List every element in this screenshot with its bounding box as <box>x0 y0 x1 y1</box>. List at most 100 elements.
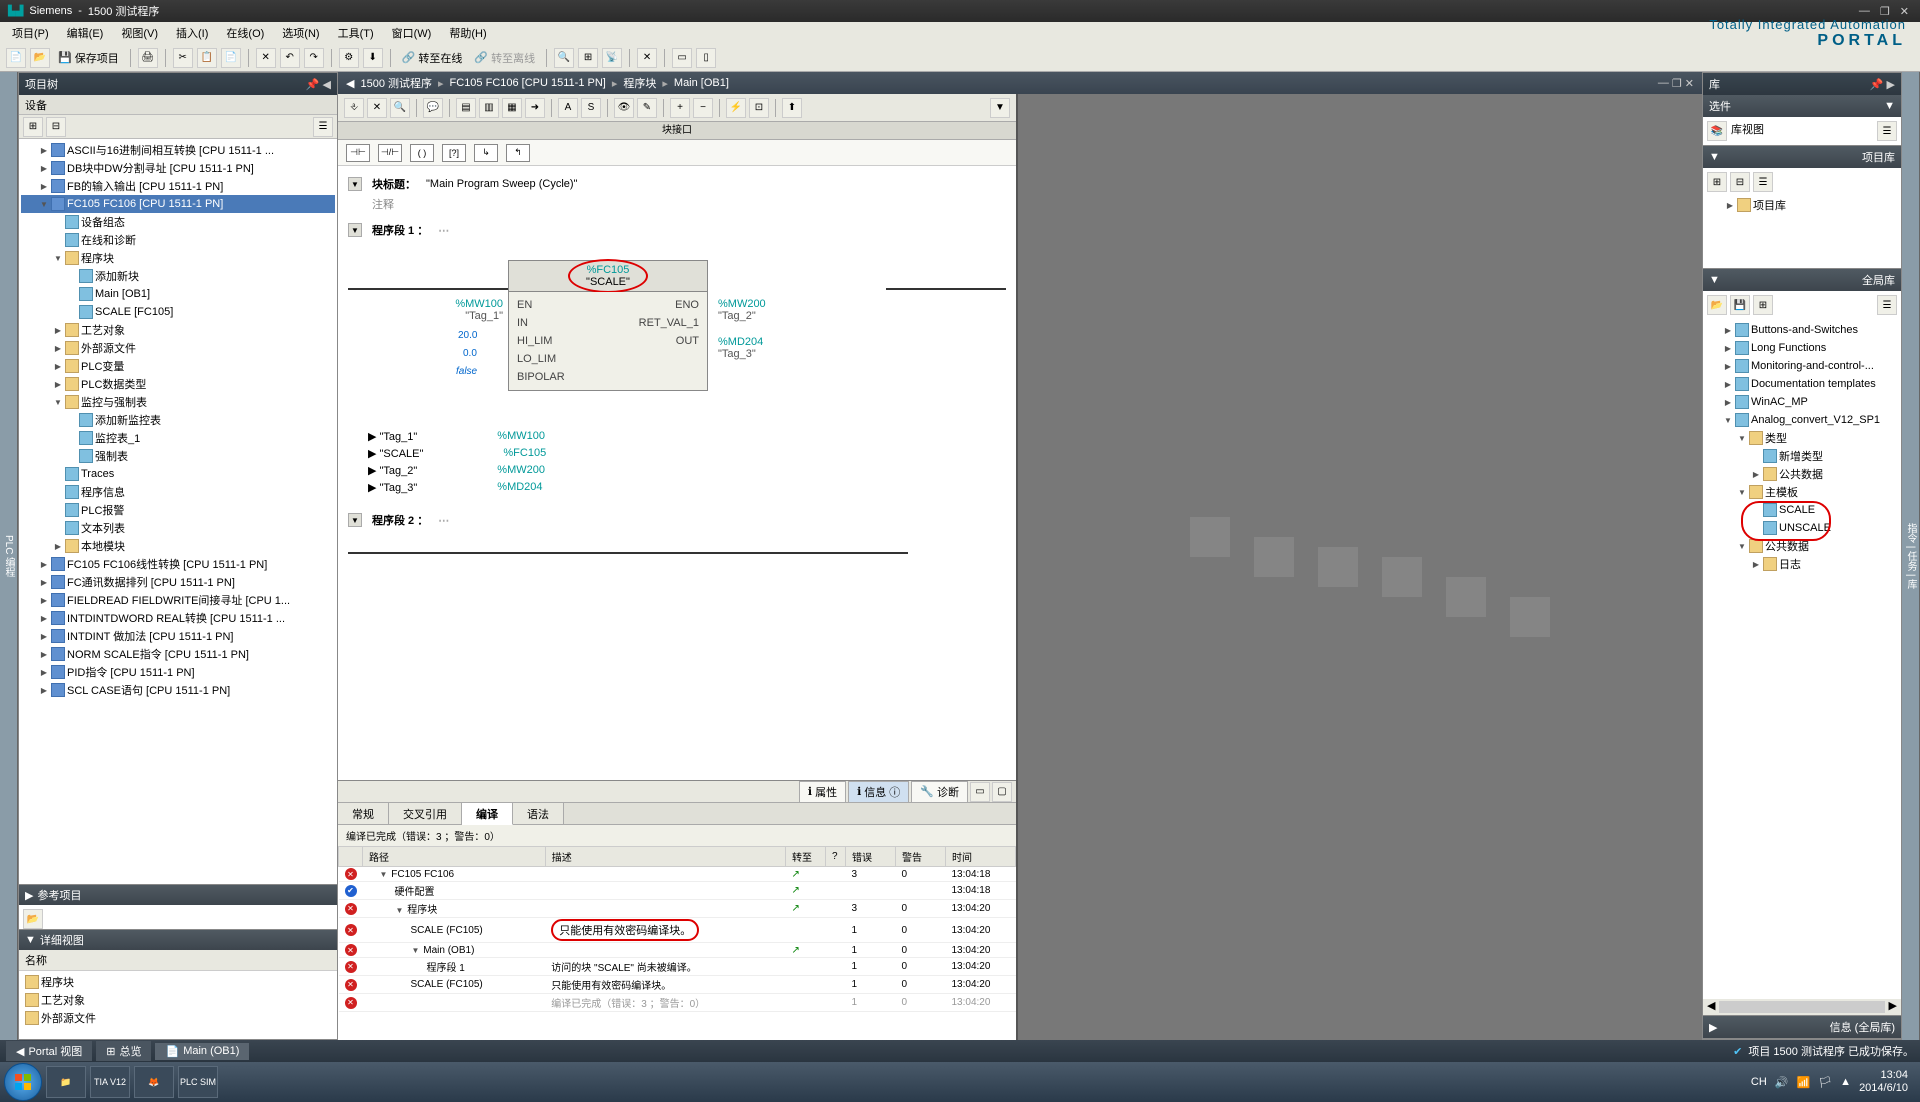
projlib-item[interactable]: ▶项目库 <box>1707 196 1897 214</box>
tree-item[interactable]: ▶DB块中DW分割寻址 [CPU 1511-1 PN] <box>21 159 335 177</box>
menu-插入(I)[interactable]: 插入(I) <box>168 23 216 43</box>
accessible-devices-button[interactable]: 📡 <box>602 48 622 68</box>
et-find-button[interactable]: 🔍 <box>390 98 410 118</box>
output-row[interactable]: ✕▼ 程序块↗3013:04:20 <box>339 900 1016 918</box>
tree-item[interactable]: ▶工艺对象 <box>21 321 335 339</box>
print-button[interactable]: 🖨 <box>138 48 158 68</box>
breadcrumb-item[interactable]: 1500 测试程序 <box>360 75 432 91</box>
tree-item[interactable]: ▶FB的输入输出 [CPU 1511-1 PN] <box>21 177 335 195</box>
globlib-btn4[interactable]: ☰ <box>1877 295 1897 315</box>
tree-item[interactable]: ▶本地模块 <box>21 537 335 555</box>
lad-box[interactable]: [?] <box>442 144 466 162</box>
tree-item[interactable]: ▶NORM SCALE指令 [CPU 1511-1 PN] <box>21 645 335 663</box>
menu-项目(P)[interactable]: 项目(P) <box>4 23 57 43</box>
tree-item[interactable]: ▶FC通讯数据排列 [CPU 1511-1 PN] <box>21 573 335 591</box>
et-modify-button[interactable]: ✎ <box>637 98 657 118</box>
projlib-btn2[interactable]: ⊟ <box>1730 172 1750 192</box>
project-library-label[interactable]: 项目库 <box>1862 149 1895 165</box>
globlib-item[interactable]: ▼主模板 <box>1705 483 1899 501</box>
cut-button[interactable]: ✂ <box>173 48 193 68</box>
globlib-item[interactable]: ▶Long Functions <box>1705 339 1899 357</box>
tree-item[interactable]: ▶外部源文件 <box>21 339 335 357</box>
overview-tab[interactable]: ⊞ 总览 <box>96 1041 151 1061</box>
tree-item[interactable]: ▶ASCII与16进制间相互转换 [CPU 1511-1 ... <box>21 141 335 159</box>
tray-flag-icon[interactable]: 🏳 <box>1818 1076 1832 1089</box>
tree-item[interactable]: ▼监控与强制表 <box>21 393 335 411</box>
output-tab-交叉引用[interactable]: 交叉引用 <box>389 803 462 824</box>
tree-item[interactable]: ▶INTDINT 做加法 [CPU 1511-1 PN] <box>21 627 335 645</box>
tree-item[interactable]: 添加新块 <box>21 267 335 285</box>
tree-details-button[interactable]: ☰ <box>313 117 333 137</box>
et-expand-iface-button[interactable]: ▼ <box>990 98 1010 118</box>
breadcrumb-item[interactable]: 程序块 <box>623 75 656 91</box>
tree-item[interactable]: ▶PLC数据类型 <box>21 375 335 393</box>
lib-view-button[interactable]: 📚 <box>1707 121 1727 141</box>
et-misc1-button[interactable]: ⚡ <box>726 98 746 118</box>
tree-item[interactable]: ▼FC105 FC106 [CPU 1511-1 PN] <box>21 195 335 213</box>
globlib-scroll-right[interactable]: ▶ <box>1889 999 1897 1015</box>
cross-ref-button[interactable]: ⊞ <box>578 48 598 68</box>
taskbar-app[interactable]: TIA V12 <box>90 1066 130 1098</box>
globlib-item[interactable]: ▶Buttons-and-Switches <box>1705 321 1899 339</box>
menu-编辑(E)[interactable]: 编辑(E) <box>59 23 112 43</box>
fb-header[interactable]: %FC105 "SCALE" <box>508 260 708 292</box>
tag-row[interactable]: ▶ "Tag_2"%MW200 <box>368 462 986 479</box>
properties-tab-button[interactable]: ℹ 属性 <box>799 781 846 803</box>
detail-item[interactable]: 程序块 <box>21 973 335 991</box>
lib-info-label[interactable]: 信息 (全局库) <box>1830 1019 1895 1035</box>
tree-item[interactable]: 添加新监控表 <box>21 411 335 429</box>
tree-item[interactable]: 设备组态 <box>21 213 335 231</box>
projlib-btn1[interactable]: ⊞ <box>1707 172 1727 192</box>
tree-item[interactable]: 程序信息 <box>21 483 335 501</box>
right-side-tab[interactable]: 指令 | 任务 | 库 <box>1902 72 1920 1040</box>
output-row[interactable]: ✕SCALE (FC105)只能使用有效密码编译块。1013:04:20 <box>339 918 1016 943</box>
options-label[interactable]: 选件 <box>1709 98 1731 114</box>
tree-item[interactable]: ▶INTDINTDWORD REAL转换 [CPU 1511-1 ... <box>21 609 335 627</box>
block-collapse-button[interactable]: ▼ <box>348 177 362 191</box>
globlib-item[interactable]: ▼类型 <box>1705 429 1899 447</box>
global-library-label[interactable]: 全局库 <box>1862 272 1895 288</box>
breadcrumb-item[interactable]: Main [OB1] <box>674 77 729 89</box>
redo-button[interactable]: ↷ <box>304 48 324 68</box>
go-online-button[interactable]: 🔗 转至在线 <box>398 50 467 66</box>
tray-sound-icon[interactable]: 🔊 <box>1775 1076 1789 1089</box>
et-network-after-button[interactable]: ▥ <box>479 98 499 118</box>
output-row[interactable]: ✕编译已完成（错误：3 ；警告：0）1013:04:20 <box>339 994 1016 1012</box>
editor-min-icon[interactable]: — <box>1658 77 1669 90</box>
save-project-button[interactable]: 💾 保存项目 <box>54 50 123 66</box>
et-zoom-in-button[interactable]: + <box>670 98 690 118</box>
et-comment-button[interactable]: 💬 <box>423 98 443 118</box>
lad-coil[interactable]: ( ) <box>410 144 434 162</box>
net2-collapse-button[interactable]: ▼ <box>348 513 362 527</box>
tree-item[interactable]: Main [OB1] <box>21 285 335 303</box>
detail-view-label[interactable]: 详细视图 <box>40 932 84 948</box>
tree-item[interactable]: ▶PLC变量 <box>21 357 335 375</box>
taskbar-app[interactable]: 📁 <box>46 1066 86 1098</box>
paste-button[interactable]: 📄 <box>221 48 241 68</box>
panel-pin-icon[interactable]: 📌 <box>306 78 320 91</box>
editor-max-icon[interactable]: ❐ <box>1672 77 1682 90</box>
tree-item[interactable]: 在线和诊断 <box>21 231 335 249</box>
main-ob1-tab[interactable]: 📄 Main (OB1) <box>155 1043 249 1060</box>
et-upload-button[interactable]: ⬆ <box>782 98 802 118</box>
ref-open-button[interactable]: 📂 <box>23 909 43 929</box>
block-interface-header[interactable]: 块接口 <box>338 122 1016 140</box>
tree-item[interactable]: ▶PID指令 [CPU 1511-1 PN] <box>21 663 335 681</box>
lad-branch[interactable]: ↳ <box>474 144 498 162</box>
globlib-item[interactable]: ▶Monitoring-and-control-... <box>1705 357 1899 375</box>
tree-collapse-button[interactable]: ⊟ <box>46 117 66 137</box>
undo-button[interactable]: ↶ <box>280 48 300 68</box>
block-title-value[interactable]: "Main Program Sweep (Cycle)" <box>426 178 577 190</box>
et-block-button[interactable]: ▦ <box>502 98 522 118</box>
download-button[interactable]: ⬇ <box>363 48 383 68</box>
editor-close-icon[interactable]: ✕ <box>1685 77 1694 90</box>
globlib-item[interactable]: ▼Analog_convert_V12_SP1 <box>1705 411 1899 429</box>
tree-item[interactable]: ▼程序块 <box>21 249 335 267</box>
lib-nav-icon[interactable]: ▶ <box>1887 78 1895 91</box>
split-h-button[interactable]: ▭ <box>672 48 692 68</box>
tray-network-icon[interactable]: 📶 <box>1797 1076 1811 1089</box>
menu-帮助(H)[interactable]: 帮助(H) <box>441 23 494 43</box>
globlib-item[interactable]: ▶日志 <box>1705 555 1899 573</box>
panel-collapse-icon[interactable]: ◀ <box>323 78 331 91</box>
delete-button[interactable]: ✕ <box>256 48 276 68</box>
